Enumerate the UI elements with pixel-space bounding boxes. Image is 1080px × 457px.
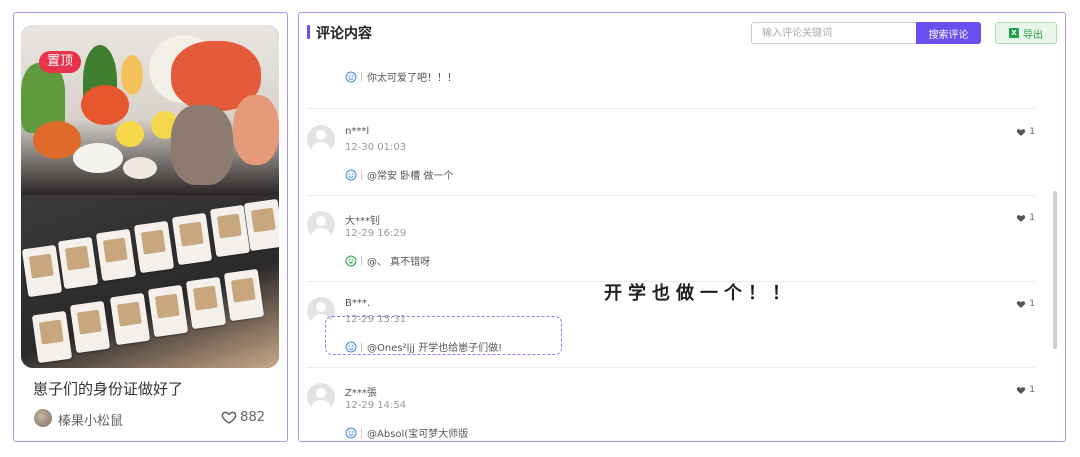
panel-title: 评论内容 [316, 26, 372, 42]
comment-text: @Absol(宝可梦大师版 [367, 429, 469, 440]
comment-divider [307, 367, 1035, 368]
comment-time: 12-29 14:54 [345, 400, 407, 411]
comment-divider [307, 108, 1035, 109]
export-button-label: 导出 [1023, 29, 1043, 41]
comment-username[interactable]: Z***張 [345, 384, 377, 399]
smile-face-icon [345, 169, 357, 180]
comment-username[interactable]: 大***钊 [345, 212, 380, 227]
title-accent-bar [307, 25, 310, 39]
post-like-count: 882 [240, 409, 265, 425]
scrollbar[interactable] [1053, 191, 1057, 349]
comment-like-button[interactable]: 1 [1016, 127, 1035, 137]
comment-like-count: 1 [1029, 127, 1035, 137]
green-smile-face-icon [345, 255, 357, 266]
text-separator [361, 427, 362, 438]
comment-like-count: 1 [1029, 299, 1035, 309]
comment-like-button[interactable]: 1 [1016, 213, 1035, 223]
author-name[interactable]: 榛果小松鼠 [58, 410, 123, 429]
comment-time: 12-29 16:29 [345, 228, 407, 239]
heart-icon [1017, 387, 1026, 394]
user-avatar[interactable] [307, 211, 335, 239]
smile-face-icon [345, 71, 357, 82]
heart-icon [1017, 129, 1026, 136]
comment-search-input[interactable] [751, 22, 917, 44]
comment-like-count: 1 [1029, 385, 1035, 395]
smile-face-icon [345, 427, 357, 438]
heart-outline-icon [221, 411, 237, 424]
comment-username[interactable]: n***l [345, 126, 369, 137]
user-avatar[interactable] [307, 125, 335, 153]
comments-panel: 评论内容 搜索评论 X 导出 你太可爱了吧！！！ n***l 12-30 01:… [298, 12, 1066, 442]
highlighted-comment-box [325, 316, 562, 355]
author-avatar[interactable] [34, 409, 52, 427]
comment-text: 你太可爱了吧！！！ [367, 73, 457, 84]
post-cover-image[interactable]: 置顶 [21, 25, 279, 368]
comment-time: 12-30 01:03 [345, 142, 407, 153]
comment-like-count: 1 [1029, 213, 1035, 223]
comment-like-button[interactable]: 1 [1016, 385, 1035, 395]
comment-username[interactable]: B***. [345, 298, 370, 309]
pinned-badge: 置顶 [39, 51, 82, 73]
search-comments-button[interactable]: 搜索评论 [916, 22, 981, 44]
text-separator [361, 169, 362, 180]
id-cards-photo [21, 195, 279, 368]
user-avatar[interactable] [307, 383, 335, 411]
comment-like-button[interactable]: 1 [1016, 299, 1035, 309]
export-button[interactable]: X 导出 [995, 22, 1057, 44]
post-card[interactable]: 置顶 崽子们的身份证做好了 榛果小松鼠 882 [13, 12, 288, 442]
text-separator [361, 71, 362, 82]
overlay-caption: 开学也做一个！！ [604, 283, 796, 304]
excel-icon: X [1009, 28, 1019, 38]
comment-text: @常安 卧槽 做一个 [367, 171, 454, 182]
post-title[interactable]: 崽子们的身份证做好了 [33, 378, 183, 399]
post-like-button[interactable]: 882 [221, 409, 265, 425]
heart-icon [1017, 215, 1026, 222]
panel-header: 评论内容 搜索评论 X 导出 [299, 13, 1065, 51]
comment-text: @、 真不错呀 [367, 257, 431, 268]
heart-icon [1017, 301, 1026, 308]
comment-divider [307, 195, 1035, 196]
text-separator [361, 255, 362, 266]
